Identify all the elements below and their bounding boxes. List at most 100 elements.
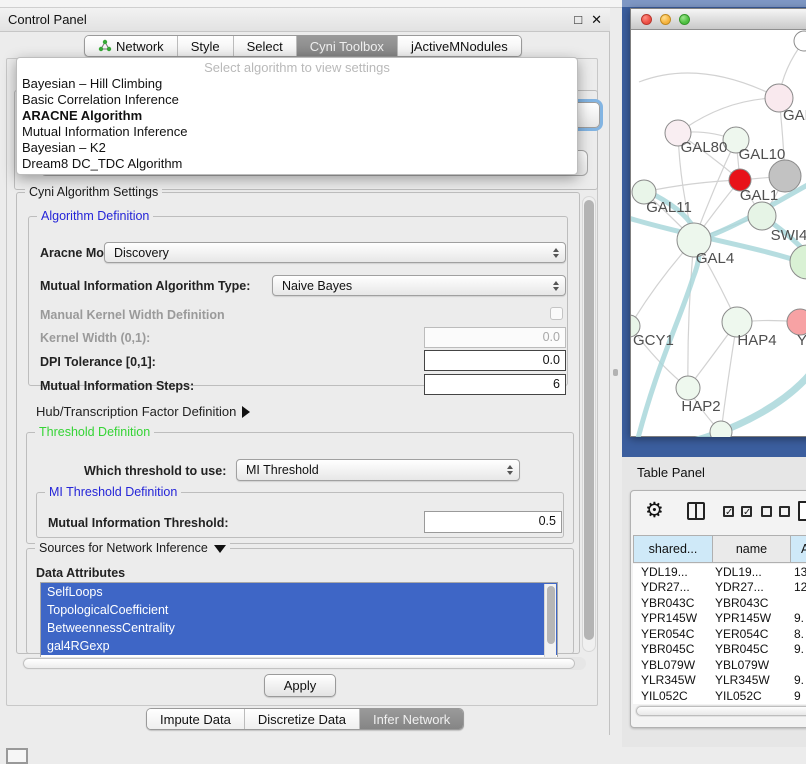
table-cell: 8. [791,627,806,641]
table-cell: YDL19... [713,565,791,579]
table-row[interactable]: YBR043CYBR043C [633,595,806,611]
table-row[interactable]: YPR145WYPR145W9. [633,611,806,627]
stepper-arrows-icon [507,465,513,475]
network-node-label: GAL4 [696,250,734,267]
manual-kernel-checkbox[interactable] [550,307,563,320]
tab-impute-data[interactable]: Impute Data [147,709,244,729]
tab-infer-network[interactable]: Infer Network [359,709,463,729]
zoom-traffic-light-icon[interactable] [679,14,690,25]
unchecked-checkbox-icon[interactable] [779,506,790,517]
network-window-titlebar[interactable] [631,9,806,30]
table-row[interactable]: YLR345WYLR345W9. [633,673,806,689]
threshold-definition-title: Threshold Definition [35,425,154,439]
data-attribute-item[interactable]: TopologicalCoefficient [41,601,557,619]
unchecked-checkbox-icon[interactable] [761,506,772,517]
network-node-label: GAL11 [646,199,692,216]
table-cell: 9. [791,673,806,687]
control-panel-tabbar: NetworkStyleSelectCyni ToolboxjActiveMNo… [84,35,522,57]
sources-group-title[interactable]: Sources for Network Inference [35,541,230,555]
table-cell: YER054C [713,627,791,641]
minimize-traffic-light-icon[interactable] [660,14,671,25]
mi-algorithm-type-value: Naive Bayes [282,279,352,293]
tab-cyni-toolbox[interactable]: Cyni Toolbox [296,36,397,56]
mi-algorithm-type-label: Mutual Information Algorithm Type: [40,279,250,293]
network-node-label: GAL80 [681,139,728,156]
document-icon[interactable] [798,501,806,521]
data-attribute-item[interactable]: gal4RGexp [41,637,557,655]
mi-steps-input[interactable]: 6 [424,374,566,395]
table-row[interactable]: YBR045CYBR045C9. [633,642,806,658]
table-cell: YLR345W [713,673,791,687]
dpi-tolerance-input[interactable]: 0.0 [424,350,566,371]
checked-checkbox-icon[interactable]: ✓ [741,506,752,517]
data-attribute-item[interactable]: BetweennessCentrality [41,619,557,637]
table-panel-region: Table Panel ⚙ ✓ ✓ shared... name A YDL19… [622,457,806,747]
algorithm-popup-item[interactable]: Basic Correlation Inference [17,92,577,108]
tab-network[interactable]: Network [85,36,177,56]
algorithm-popup-item[interactable]: Dream8 DC_TDC Algorithm [17,156,577,172]
algorithm-popup-placeholder: Select algorithm to view settings [17,60,577,76]
table-cell: YER054C [633,627,713,641]
checked-checkbox-icon[interactable]: ✓ [723,506,734,517]
algorithm-popup-list: Bayesian – Hill ClimbingBasic Correlatio… [17,76,577,172]
table-cell: YBR045C [633,642,713,656]
manual-kernel-label: Manual Kernel Width Definition [40,308,225,322]
data-attribute-item[interactable]: SelfLoops [41,583,557,601]
kernel-width-label: Kernel Width (0,1): [40,331,150,345]
table-cell: YPR145W [633,611,713,625]
table-cell: YBR043C [713,596,791,610]
tab-discretize-data[interactable]: Discretize Data [244,709,359,729]
table-cell: 12 [791,580,806,594]
network-node[interactable] [676,376,700,400]
table-cell: YBR045C [713,642,791,656]
data-attributes-list[interactable]: SelfLoopsTopologicalCoefficientBetweenne… [40,582,558,658]
columns-icon[interactable] [687,502,705,520]
algorithm-popup-item[interactable]: Mutual Information Inference [17,124,577,140]
which-threshold-select[interactable]: MI Threshold [236,459,520,481]
table-rows[interactable]: YDL19...YDL19...13YDR27...YDR27...12YBR0… [633,564,806,704]
network-canvas-svg[interactable]: GALGAL80GAL10GAL1GAL11SWI4GAL4GCY1HAP4YH… [631,30,806,437]
network-edge [678,98,779,133]
algorithm-definition-title: Algorithm Definition [37,209,153,223]
table-row[interactable]: YBL079WYBL079W [633,657,806,673]
column-header-name[interactable]: name [713,535,791,563]
network-node[interactable] [748,202,776,230]
settings-horizontal-scrollbar[interactable] [22,657,586,670]
table-panel-title: Table Panel [637,465,705,480]
apply-button[interactable]: Apply [264,674,336,697]
panel-splitter-handle[interactable] [613,369,618,376]
table-cell: YIL052C [713,689,791,703]
network-node-label: SWI4 [771,227,806,244]
tab-jactivemnodules[interactable]: jActiveMNodules [397,36,521,56]
mi-threshold-label: Mutual Information Threshold: [48,516,229,530]
table-row[interactable]: YER054CYER054C8. [633,626,806,642]
hub-section-label: Hub/Transcription Factor Definition [36,404,236,419]
table-horizontal-scrollbar[interactable] [635,705,806,717]
network-node[interactable] [790,245,806,279]
table-row[interactable]: YIL052CYIL052C9 [633,688,806,704]
list-vertical-scrollbar[interactable] [544,584,556,657]
aracne-mode-select[interactable]: Discovery [104,242,566,263]
network-node[interactable] [794,31,806,51]
network-view-window: GALGAL80GAL10GAL1GAL11SWI4GAL4GCY1HAP4YH… [630,8,806,437]
table-row[interactable]: YDR27...YDR27...12 [633,580,806,596]
hub-section-toggle[interactable]: Hub/Transcription Factor Definition [36,404,250,419]
tab-select[interactable]: Select [233,36,296,56]
mi-threshold-input[interactable]: 0.5 [424,511,562,533]
mi-algorithm-type-select[interactable]: Naive Bayes [272,275,566,296]
table-row[interactable]: YDL19...YDL19...13 [633,564,806,580]
close-traffic-light-icon[interactable] [641,14,652,25]
tab-style[interactable]: Style [177,36,233,56]
gear-icon[interactable]: ⚙ [645,498,664,522]
settings-vertical-scrollbar[interactable] [582,196,596,652]
column-header-shared-name[interactable]: shared... [633,535,713,563]
table-cell: YIL052C [633,689,713,703]
algorithm-popup-item[interactable]: ARACNE Algorithm [17,108,577,124]
float-window-icon[interactable]: □ [574,13,582,26]
column-header-third[interactable]: A [791,535,806,563]
kernel-width-input[interactable]: 0.0 [424,327,566,348]
network-node-label: GAL1 [740,187,778,204]
algorithm-popup-item[interactable]: Bayesian – Hill Climbing [17,76,577,92]
close-window-icon[interactable]: ✕ [591,13,602,26]
algorithm-popup-item[interactable]: Bayesian – K2 [17,140,577,156]
